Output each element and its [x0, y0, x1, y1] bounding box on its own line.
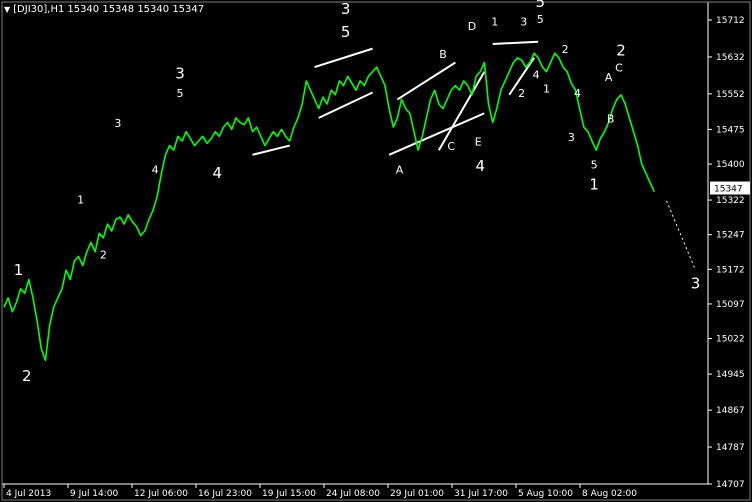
- wave-label: B: [607, 112, 615, 125]
- wave-labels: 12123435435ABCDE41 35524124351AC2B3: [14, 0, 701, 385]
- wave-label: 3: [520, 16, 527, 29]
- x-tick-label: 4 Jul 2013: [6, 489, 51, 499]
- wave-label: D: [468, 20, 476, 33]
- trend-line: [318, 91, 373, 119]
- trend-line: [314, 47, 373, 69]
- wave-label: 5: [537, 13, 544, 26]
- trend-line: [396, 61, 456, 101]
- x-tick-label: 31 Jul 17:00: [454, 489, 508, 499]
- trend-line: [492, 40, 539, 46]
- price-line: [3, 52, 655, 362]
- x-tick-label: 12 Jul 06:00: [134, 489, 188, 499]
- y-tick-label: 15097: [716, 300, 745, 310]
- x-tick-label: 19 Jul 15:00: [262, 489, 316, 499]
- chart-axes: [1, 1, 751, 501]
- wave-label: 3: [568, 131, 575, 144]
- trend-line: [252, 144, 290, 156]
- wave-label: 5: [177, 87, 184, 100]
- x-tick-label: 24 Jul 08:00: [326, 489, 380, 499]
- price-series: [3, 52, 655, 362]
- wave-label: 1: [543, 82, 550, 95]
- y-tick-label: 15632: [716, 53, 745, 63]
- wave-label: C: [615, 62, 623, 75]
- wave-label: C: [447, 140, 455, 153]
- y-tick-label: 14787: [716, 443, 745, 453]
- wave-label: B: [439, 48, 447, 61]
- y-tick-label: 14945: [716, 370, 745, 380]
- chart-border: [1, 1, 751, 501]
- wave-label: 5: [341, 23, 351, 41]
- wave-label: 4: [475, 157, 485, 175]
- wave-label: 1: [589, 175, 599, 193]
- price-chart[interactable]: 12123435435ABCDE41 35524124351AC2B3 15712…: [0, 0, 752, 502]
- trend-line: [388, 112, 485, 156]
- x-tick-label: 29 Jul 01:00: [390, 489, 444, 499]
- wave-label: 2: [562, 43, 569, 56]
- wave-label: A: [605, 71, 613, 84]
- wave-label: 5: [536, 0, 546, 11]
- wave-label: 1: [14, 261, 24, 279]
- y-tick-label: 15552: [716, 90, 745, 100]
- wave-label: 3: [114, 117, 121, 130]
- wave-label: 5: [591, 159, 598, 172]
- axis-ticks: 1571215632155521547515400153221524715172…: [3, 16, 750, 499]
- y-tick-label: 15172: [716, 265, 745, 275]
- x-tick-label: 5 Aug 10:00: [518, 489, 573, 499]
- wave-label: 2: [100, 249, 107, 262]
- wave-label: E: [475, 136, 482, 149]
- x-tick-label: 8 Aug 02:00: [582, 489, 637, 499]
- y-tick-label: 15322: [716, 196, 745, 206]
- wave-label: 3: [175, 65, 185, 83]
- last-price-label: 15347: [714, 185, 743, 195]
- wave-label: A: [396, 163, 404, 176]
- projection-line: [666, 200, 697, 271]
- x-tick-label: 9 Jul 14:00: [70, 489, 119, 499]
- y-tick-label: 15247: [716, 231, 745, 241]
- y-tick-label: 14867: [716, 406, 745, 416]
- wave-label: 1: [77, 193, 84, 206]
- y-tick-label: 15475: [716, 125, 745, 135]
- x-tick-label: 16 Jul 23:00: [198, 489, 252, 499]
- wave-label: 3: [691, 275, 701, 293]
- wave-label: 2: [518, 87, 525, 100]
- wave-label: 4: [574, 87, 581, 100]
- wave-label: 3: [341, 0, 351, 18]
- trend-lines: [252, 40, 697, 271]
- y-tick-label: 15022: [716, 335, 745, 345]
- wave-label: 2: [616, 42, 626, 60]
- y-tick-label: 15400: [716, 160, 745, 170]
- wave-label: 4: [152, 163, 159, 176]
- wave-label: 2: [22, 367, 32, 385]
- wave-label: 4: [533, 69, 540, 82]
- wave-label: 1: [491, 16, 498, 29]
- wave-label: 4: [212, 164, 222, 182]
- y-tick-label: 14707: [716, 480, 745, 490]
- y-tick-label: 15712: [716, 16, 745, 26]
